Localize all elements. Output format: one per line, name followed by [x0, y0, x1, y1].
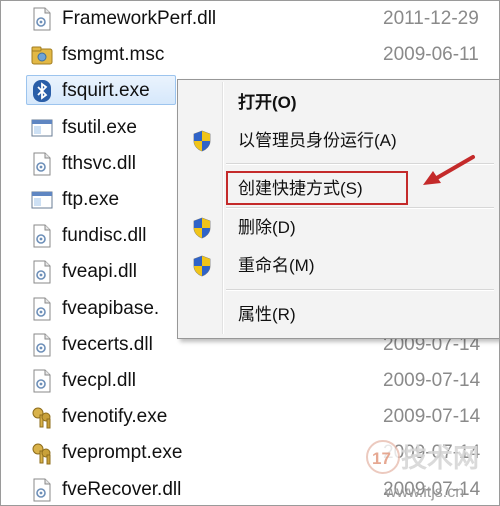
file-date: 2009-07-14 [383, 370, 481, 391]
keys-icon [31, 405, 53, 429]
menu-item-delete[interactable]: 删除(D) [180, 211, 496, 245]
watermark-logo-text: 17 [372, 449, 391, 468]
annotation-arrow-icon [423, 155, 475, 185]
file-name: fvenotify.exe [62, 406, 168, 428]
exe-window-icon [31, 188, 53, 212]
file-row[interactable]: FrameworkPerf.dll 2011-12-29 [1, 1, 499, 37]
dll-icon [31, 260, 53, 284]
file-name: FrameworkPerf.dll [62, 8, 217, 29]
file-name: fthsvc.dll [62, 152, 136, 174]
dll-icon [31, 369, 53, 393]
file-name: fveprompt.exe [62, 442, 183, 464]
bluetooth-icon [31, 79, 53, 103]
uac-shield-icon [192, 130, 212, 152]
file-name: fundisc.dll [62, 225, 147, 247]
dll-icon [31, 152, 53, 176]
dll-icon [31, 333, 53, 357]
watermark: 17 技术网 www.itjs.cn [363, 431, 499, 505]
keys-icon [31, 441, 53, 465]
menu-item-properties-label: 属性(R) [238, 305, 296, 324]
menu-item-open-label: 打开(O) [238, 93, 297, 112]
file-row[interactable]: fvenotify.exe 2009-07-14 [1, 399, 499, 435]
file-name: ftp.exe [62, 189, 120, 210]
dll-icon [31, 224, 53, 248]
file-date: 2009-07-14 [383, 406, 481, 428]
menu-separator [226, 207, 494, 209]
file-name: fvecerts.dll [62, 333, 153, 355]
file-name: fveRecover.dll [62, 478, 182, 500]
file-name: fsquirt.exe [62, 80, 150, 102]
file-name: fveapibase. [62, 297, 160, 319]
watermark-url: www.itjs.cn [384, 484, 464, 501]
file-name: fvecpl.dll [62, 370, 136, 391]
file-name: fveapi.dll [62, 261, 137, 283]
menu-item-properties[interactable]: 属性(R) [180, 298, 496, 332]
menu-item-run-as-admin-label: 以管理员身份运行(A) [238, 131, 397, 150]
uac-shield-icon [192, 217, 212, 239]
menu-item-open[interactable]: 打开(O) [180, 86, 496, 120]
menu-item-rename-label: 重命名(M) [238, 256, 315, 275]
menu-item-delete-label: 删除(D) [238, 218, 296, 237]
menu-item-rename[interactable]: 重命名(M) [180, 249, 496, 283]
dll-icon [31, 7, 53, 31]
file-name: fsmgmt.msc [62, 44, 165, 66]
annotation-highlight-box [226, 171, 408, 205]
exe-window-icon [31, 116, 53, 140]
file-name: fsutil.exe [62, 116, 137, 138]
file-row[interactable]: fsmgmt.msc 2009-06-11 [1, 37, 499, 73]
file-date: 2009-06-11 [383, 44, 479, 66]
menu-separator [226, 289, 494, 291]
watermark-site-name: 技术网 [401, 444, 479, 474]
file-date: 2011-12-29 [383, 8, 479, 29]
msc-icon [31, 43, 53, 67]
dll-icon [31, 478, 53, 502]
dll-icon [31, 297, 53, 321]
context-menu: 打开(O) 以管理员身份运行(A) 创建快捷方式(S) 删除(D) 重命名(M)… [177, 79, 499, 339]
explorer-file-pane: FrameworkPerf.dll 2011-12-29 fsmgmt.msc 200… [0, 0, 500, 506]
file-row[interactable]: fvecpl.dll 2009-07-14 [1, 363, 499, 399]
uac-shield-icon [192, 255, 212, 277]
